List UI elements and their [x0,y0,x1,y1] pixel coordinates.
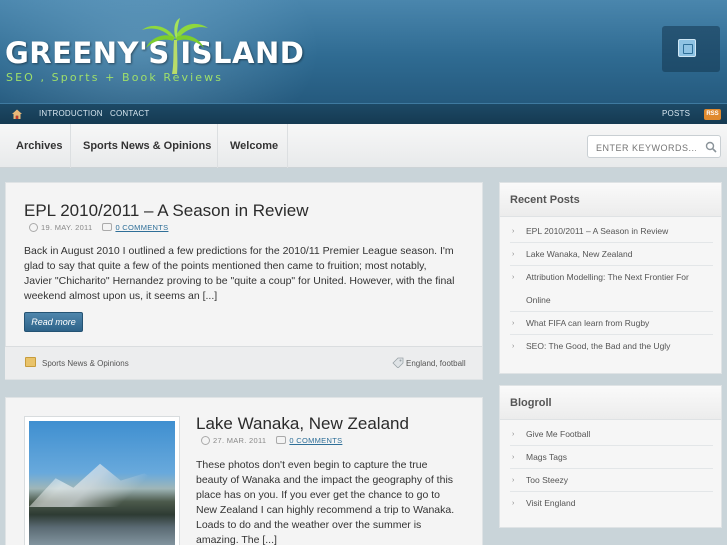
arrow-icon: › [512,431,515,438]
recent-post-link[interactable]: SEO: The Good, the Bad and the Ugly [526,341,670,351]
post-thumbnail[interactable] [24,416,180,545]
recent-post-link[interactable]: EPL 2010/2011 – A Season in Review [526,226,668,236]
arrow-icon: › [512,454,515,461]
widget-header: Recent Posts [500,183,721,217]
nav-link-contact[interactable]: CONTACT [110,109,149,118]
divider [510,445,713,446]
post-tags-link[interactable]: England, football [406,359,466,368]
nav-link-introduction[interactable]: INTRODUCTION [39,109,103,118]
social-box [662,26,720,72]
excerpt-line: amazing. The [...] [196,534,277,545]
blogroll-link[interactable]: Too Steezy [526,475,568,485]
clock-icon [29,223,38,232]
excerpt-line: New Zealand I can highly recommend a tri… [196,504,455,516]
tag-icon [392,357,404,368]
post-excerpt: These photos don't even begin to capture… [196,458,476,545]
recent-post-link-continued[interactable]: Online [526,295,551,305]
post-meta: 19. MAY. 2011 0 COMMENTS [29,223,168,232]
excerpt-line: beauty of Wanaka and the impact the geog… [196,474,454,486]
divider [510,311,713,312]
divider [510,334,713,335]
excerpt-line: place has on you. If you ever get the ch… [196,489,440,501]
post-date: 19. MAY. 2011 [41,223,93,232]
blogroll-link[interactable]: Give Me Football [526,429,590,439]
rss-icon[interactable]: RSS [704,109,721,120]
site-header: GREENY'S ISLAND SEO , Sports + Book Revi… [0,0,727,103]
excerpt-line: weekend almost upon us, it seems an [...… [24,290,218,302]
blogroll-widget: Blogroll › Give Me Football › Mags Tags … [499,385,722,528]
folder-icon [25,357,36,367]
recent-posts-widget: Recent Posts › EPL 2010/2011 – A Season … [499,182,722,374]
post-excerpt: Back in August 2010 I outlined a few pre… [24,244,474,304]
comment-icon [276,436,287,444]
comment-icon [102,223,113,231]
lake-wanaka-photo [29,421,175,545]
widget-header: Blogroll [500,386,721,420]
post-date: 27. MAR. 2011 [213,436,267,445]
arrow-icon: › [512,274,515,281]
blogroll-link[interactable]: Mags Tags [526,452,567,462]
read-more-button[interactable]: Read more [24,312,83,332]
divider [510,491,713,492]
menu-item-sports-news[interactable]: Sports News & Opinions [71,124,218,168]
arrow-icon: › [512,320,515,327]
nav-link-posts[interactable]: POSTS [662,109,690,118]
palm-tree-icon [142,18,208,74]
post-title[interactable]: Lake Wanaka, New Zealand [196,414,409,434]
social-network-icon[interactable] [678,39,696,57]
excerpt-line: Loads to do and the weather over the sum… [196,519,422,531]
widget-title: Recent Posts [510,194,580,206]
excerpt-line: Back in August 2010 I outlined a few pre… [24,245,454,257]
top-nav: INTRODUCTION CONTACT POSTS RSS [0,103,727,124]
menu-item-welcome[interactable]: Welcome [218,124,288,168]
recent-post-link[interactable]: Lake Wanaka, New Zealand [526,249,632,259]
divider [510,468,713,469]
excerpt-line: Javier "Chicharito" Hernandez proving to… [24,275,455,287]
recent-post-link[interactable]: Attribution Modelling: The Next Frontier… [526,272,689,282]
home-icon[interactable] [11,108,23,120]
search-box [587,135,721,158]
post-footer: Sports News & Opinions England, football [5,346,482,379]
post-title[interactable]: EPL 2010/2011 – A Season in Review [24,201,308,221]
arrow-icon: › [512,500,515,507]
menu-item-archives[interactable]: Archives [0,124,71,168]
search-icon[interactable] [705,141,717,153]
blogroll-link[interactable]: Visit England [526,498,575,508]
post-category-link[interactable]: Sports News & Opinions [42,359,129,368]
arrow-icon: › [512,228,515,235]
excerpt-line: glad to say that quite a few of the poin… [24,260,427,272]
excerpt-line: These photos don't even begin to capture… [196,459,428,471]
arrow-icon: › [512,251,515,258]
clock-icon [201,436,210,445]
widget-title: Blogroll [510,397,552,409]
site-tagline: SEO , Sports + Book Reviews [6,71,224,84]
post-comments-link[interactable]: 0 COMMENTS [289,436,342,445]
recent-post-link[interactable]: What FIFA can learn from Rugby [526,318,649,328]
divider [510,265,713,266]
arrow-icon: › [512,343,515,350]
post-comments-link[interactable]: 0 COMMENTS [115,223,168,232]
arrow-icon: › [512,477,515,484]
divider [510,242,713,243]
post-meta: 27. MAR. 2011 0 COMMENTS [201,436,342,445]
search-input[interactable] [596,141,696,154]
